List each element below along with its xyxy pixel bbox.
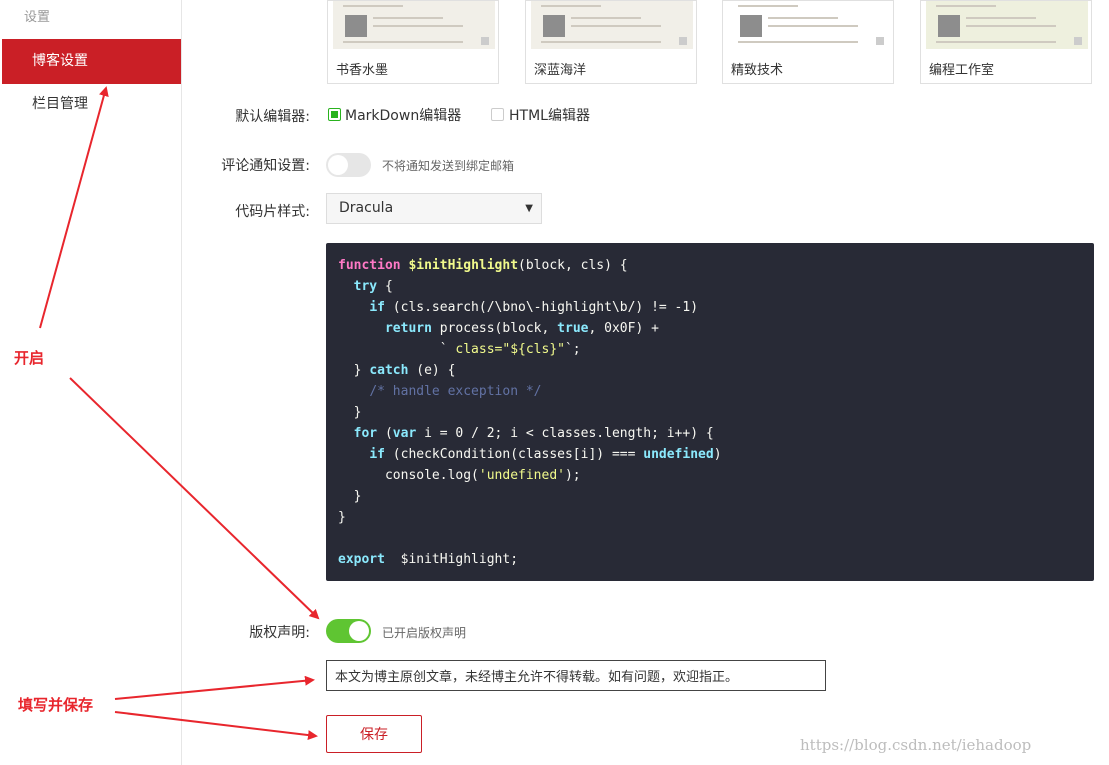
theme-label: 精致技术	[731, 63, 784, 78]
theme-card-coding-studio[interactable]: 编程工作室	[920, 0, 1092, 84]
comment-notify-toggle[interactable]	[326, 153, 371, 177]
code-style-label: 代码片样式:	[235, 204, 310, 220]
badge-icon	[1074, 37, 1082, 45]
markdown-editor-label: MarkDown编辑器	[345, 108, 462, 124]
copyright-toggle[interactable]	[326, 619, 371, 643]
code-line: return process(block, true, 0x0F) +	[384, 321, 659, 336]
watermark: https://blog.csdn.net/iehadoop	[800, 736, 1032, 754]
theme-thumbnail	[926, 1, 1088, 49]
copyright-hint: 已开启版权声明	[382, 626, 467, 640]
code-line: ` class="${cls}"`;	[338, 342, 581, 357]
markdown-editor-checkbox[interactable]	[328, 108, 341, 121]
qr-code-icon	[543, 15, 565, 37]
theme-card-deep-blue[interactable]: 深蓝海洋	[525, 0, 697, 84]
code-line: /* handle exception */	[369, 384, 542, 399]
badge-icon	[876, 37, 884, 45]
copyright-label: 版权声明:	[249, 625, 310, 641]
qr-code-icon	[938, 15, 960, 37]
code-style-value: Dracula	[339, 200, 394, 216]
badge-icon	[481, 37, 489, 45]
code-line: if (cls.search(/\bno\-highlight\b/) != -…	[369, 300, 699, 315]
theme-thumbnail	[531, 1, 693, 49]
sidebar-title: 设置	[24, 10, 51, 25]
code-line: } catch (e) {	[338, 363, 456, 378]
badge-icon	[679, 37, 687, 45]
sidebar-item-column-management[interactable]: 栏目管理	[2, 82, 181, 127]
theme-label: 编程工作室	[929, 63, 995, 78]
theme-thumbnail	[728, 1, 890, 49]
code-line: }	[338, 510, 346, 525]
toggle-knob	[328, 155, 348, 175]
code-line: for (var i = 0 / 2; i < classes.length; …	[353, 426, 714, 441]
qr-code-icon	[740, 15, 762, 37]
html-editor-label: HTML编辑器	[509, 108, 590, 124]
comment-notify-hint: 不将通知发送到绑定邮箱	[382, 159, 515, 173]
html-editor-checkbox[interactable]	[491, 108, 504, 121]
qr-code-icon	[345, 15, 367, 37]
annotation-fill-save: 填写并保存	[18, 696, 94, 714]
code-line: export $initHighlight;	[338, 552, 519, 567]
toggle-knob	[349, 621, 369, 641]
code-preview: function $initHighlight(block, cls) { tr…	[326, 243, 1094, 581]
code-line: console.log('undefined');	[338, 468, 581, 483]
code-line: function $initHighlight(block, cls) {	[338, 258, 628, 273]
sidebar-item-label: 博客设置	[32, 53, 88, 69]
code-line: if (checkCondition(classes[i]) === undef…	[369, 447, 722, 462]
editor-label: 默认编辑器:	[235, 109, 310, 125]
sidebar-item-blog-settings[interactable]: 博客设置	[2, 39, 181, 84]
annotation-open: 开启	[14, 349, 45, 367]
sidebar: 设置 博客设置 栏目管理	[0, 0, 182, 765]
code-line: }	[338, 405, 362, 420]
theme-label: 书香水墨	[336, 63, 389, 78]
save-button[interactable]: 保存	[326, 715, 422, 753]
code-line: try {	[353, 279, 393, 294]
copyright-text-input[interactable]	[326, 660, 826, 691]
caret-down-icon: ▼	[525, 203, 533, 214]
theme-card-shuxiang[interactable]: 书香水墨	[327, 0, 499, 84]
theme-label: 深蓝海洋	[534, 63, 587, 78]
theme-card-refined-tech[interactable]: 精致技术	[722, 0, 894, 84]
code-style-select[interactable]: Dracula ▼	[326, 193, 542, 224]
code-line: }	[338, 489, 362, 504]
theme-thumbnail	[333, 1, 495, 49]
sidebar-item-label: 栏目管理	[32, 96, 88, 112]
comment-notify-label: 评论通知设置:	[221, 158, 310, 174]
